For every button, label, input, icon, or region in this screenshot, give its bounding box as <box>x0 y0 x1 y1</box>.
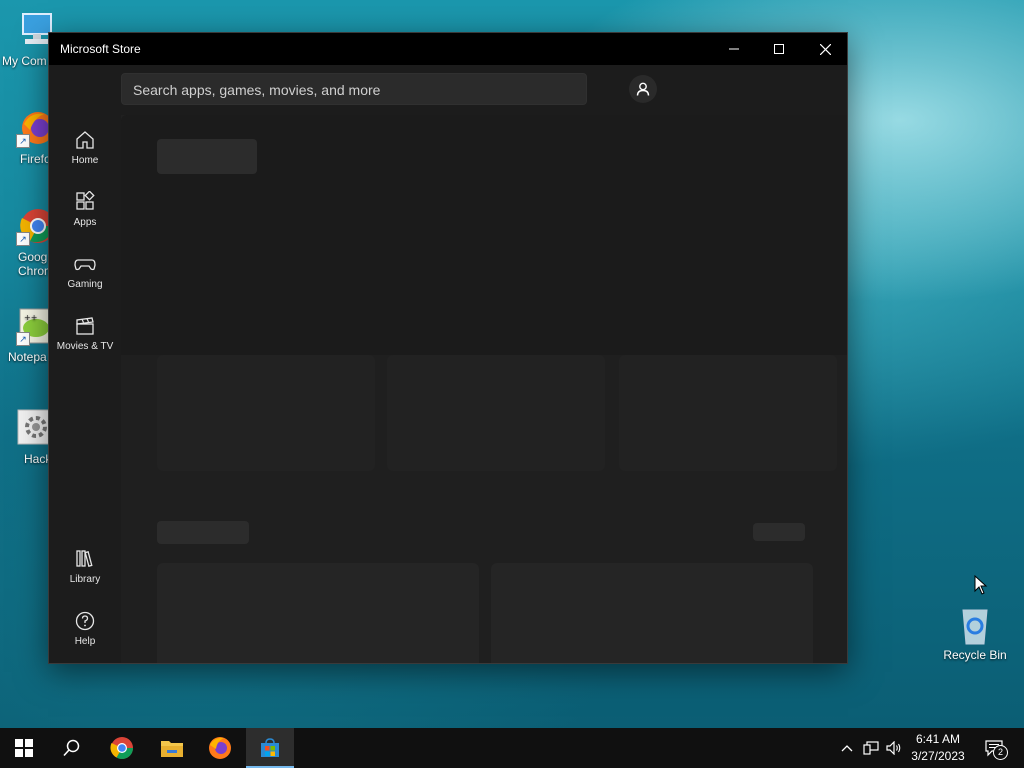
clapperboard-icon <box>76 317 94 335</box>
nav-label: Help <box>74 636 96 647</box>
minimize-icon <box>729 48 739 50</box>
person-icon <box>636 82 650 96</box>
shortcut-arrow-icon: ↗ <box>16 232 30 246</box>
notification-count-badge: 2 <box>993 745 1008 760</box>
start-button[interactable] <box>0 728 48 768</box>
shortcut-arrow-icon: ↗ <box>16 134 30 148</box>
taskbar-microsoft-store[interactable] <box>246 728 294 768</box>
hero-card-skeleton <box>619 355 837 471</box>
network-icon <box>863 741 879 755</box>
nav-item-home[interactable]: Home <box>49 121 121 177</box>
nav-item-apps[interactable]: Apps <box>49 183 121 239</box>
content-area-loading <box>121 115 847 663</box>
section-title-skeleton <box>157 521 249 544</box>
hero-card-skeleton <box>387 355 605 471</box>
clock-time: 6:41 AM <box>915 732 961 746</box>
maximize-button[interactable] <box>756 33 802 65</box>
action-center-button[interactable]: 2 <box>982 740 1008 760</box>
taskbar: 6:41 AM 3/27/2023 2 <box>0 728 1024 768</box>
nav-label: Gaming <box>67 279 103 290</box>
side-navigation: Home Apps Gaming Movies & TV Library Hel… <box>49 115 121 663</box>
chrome-icon <box>110 737 133 759</box>
desktop-icon-recycle-bin[interactable]: Recycle Bin <box>940 604 1010 662</box>
nav-label: Apps <box>73 217 97 228</box>
desktop: My Com ↗ Firefo ↗ Goog Chrom ++ ↗ Notepa… <box>0 0 1024 728</box>
folder-icon <box>161 741 183 757</box>
clock[interactable]: 6:41 AM 3/27/2023 <box>908 731 968 765</box>
recycle-bin-icon <box>955 604 995 645</box>
nav-label: Home <box>71 155 99 166</box>
network-button[interactable] <box>862 740 880 756</box>
hero-card-skeleton <box>157 355 375 471</box>
show-hidden-icons-button[interactable] <box>838 740 856 756</box>
see-all-skeleton <box>753 523 805 541</box>
search-input[interactable]: Search apps, games, movies, and more <box>121 73 587 105</box>
microsoft-store-window: Microsoft Store Search apps, games, movi… <box>48 32 848 664</box>
taskbar-firefox[interactable] <box>196 728 244 768</box>
search-icon <box>63 739 80 757</box>
nav-label: Movies & TV <box>56 341 114 352</box>
nav-item-library[interactable]: Library <box>49 540 121 596</box>
nav-item-gaming[interactable]: Gaming <box>49 245 121 301</box>
taskbar-chrome[interactable] <box>98 728 146 768</box>
list-card-skeleton <box>157 563 479 663</box>
nav-label: Library <box>69 574 101 585</box>
account-button[interactable] <box>629 75 657 103</box>
help-icon <box>75 611 95 631</box>
nav-item-help[interactable]: Help <box>49 602 121 658</box>
search-button[interactable] <box>48 728 96 768</box>
store-bag-icon <box>261 738 279 757</box>
windows-logo-icon <box>15 739 33 757</box>
hero-title-skeleton <box>157 139 257 174</box>
minimize-button[interactable] <box>711 33 757 65</box>
close-button[interactable] <box>802 33 848 65</box>
search-placeholder: Search apps, games, movies, and more <box>133 82 381 98</box>
library-icon <box>76 550 93 567</box>
maximize-icon <box>774 44 784 54</box>
firefox-icon <box>209 737 231 759</box>
svg-text:++: ++ <box>24 313 37 322</box>
chevron-up-icon <box>841 745 853 752</box>
window-title: Microsoft Store <box>60 42 141 56</box>
title-bar[interactable]: Microsoft Store <box>49 33 847 65</box>
app-bar: Search apps, games, movies, and more <box>49 65 847 115</box>
nav-item-movies-tv[interactable]: Movies & TV <box>49 307 121 363</box>
mouse-cursor-icon <box>974 574 988 600</box>
close-icon <box>819 43 831 55</box>
list-card-skeleton <box>491 563 813 663</box>
speaker-icon <box>886 741 901 755</box>
taskbar-file-explorer[interactable] <box>148 728 196 768</box>
home-icon <box>76 131 94 149</box>
volume-button[interactable] <box>885 740 903 756</box>
shortcut-arrow-icon: ↗ <box>16 332 30 346</box>
clock-date: 3/27/2023 <box>911 749 965 763</box>
apps-icon <box>76 191 95 210</box>
gamepad-icon <box>74 259 96 271</box>
desktop-icon-label: Recycle Bin <box>943 648 1007 662</box>
